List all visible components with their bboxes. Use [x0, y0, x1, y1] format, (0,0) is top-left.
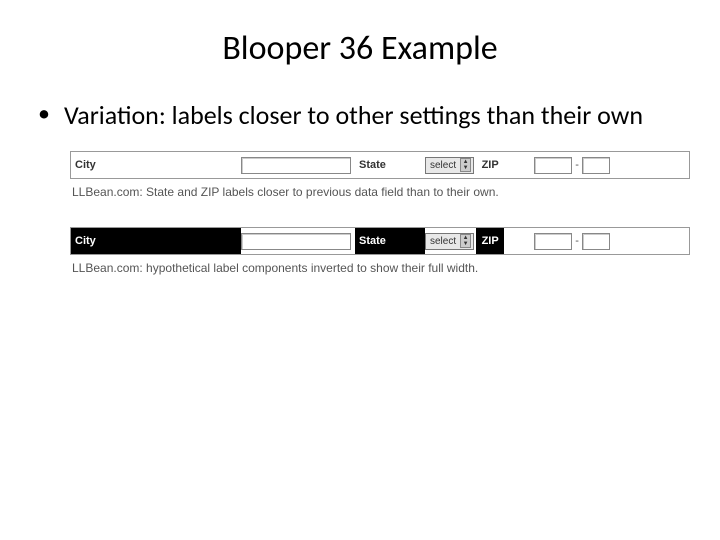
- bullet-text: Variation: labels closer to other settin…: [64, 99, 643, 131]
- caption-2: LLBean.com: hypothetical label component…: [70, 261, 670, 275]
- zip-input-2[interactable]: [582, 157, 610, 174]
- zip-label: ZIP: [476, 152, 504, 178]
- zip-input-1[interactable]: [534, 157, 572, 174]
- select-value: select: [430, 236, 456, 247]
- bullet-marker: •: [38, 99, 50, 129]
- state-label: State: [355, 152, 425, 178]
- city-input[interactable]: [241, 157, 351, 174]
- state-select[interactable]: select ▲▼: [425, 233, 474, 250]
- slide-title: Blooper 36 Example: [30, 28, 690, 69]
- state-select[interactable]: select ▲▼: [425, 157, 474, 174]
- zip-label-inverted: ZIP: [476, 228, 504, 254]
- city-label: City: [71, 152, 241, 178]
- updown-icon: ▲▼: [460, 234, 471, 248]
- form-example-normal: City State select ▲▼ ZIP -: [70, 151, 690, 179]
- zip-input-2[interactable]: [582, 233, 610, 250]
- zip-input-1[interactable]: [534, 233, 572, 250]
- example-area: City State select ▲▼ ZIP - LLBean.com: S…: [30, 151, 690, 275]
- city-label-inverted: City: [71, 228, 241, 254]
- zip-dash: -: [572, 159, 582, 171]
- zip-dash: -: [572, 235, 582, 247]
- form-example-inverted: City State select ▲▼ ZIP -: [70, 227, 690, 255]
- state-label-inverted: State: [355, 228, 425, 254]
- select-value: select: [430, 160, 456, 171]
- updown-icon: ▲▼: [460, 158, 471, 172]
- caption-1: LLBean.com: State and ZIP labels closer …: [70, 185, 670, 199]
- city-input[interactable]: [241, 233, 351, 250]
- bullet-item: • Variation: labels closer to other sett…: [30, 99, 690, 131]
